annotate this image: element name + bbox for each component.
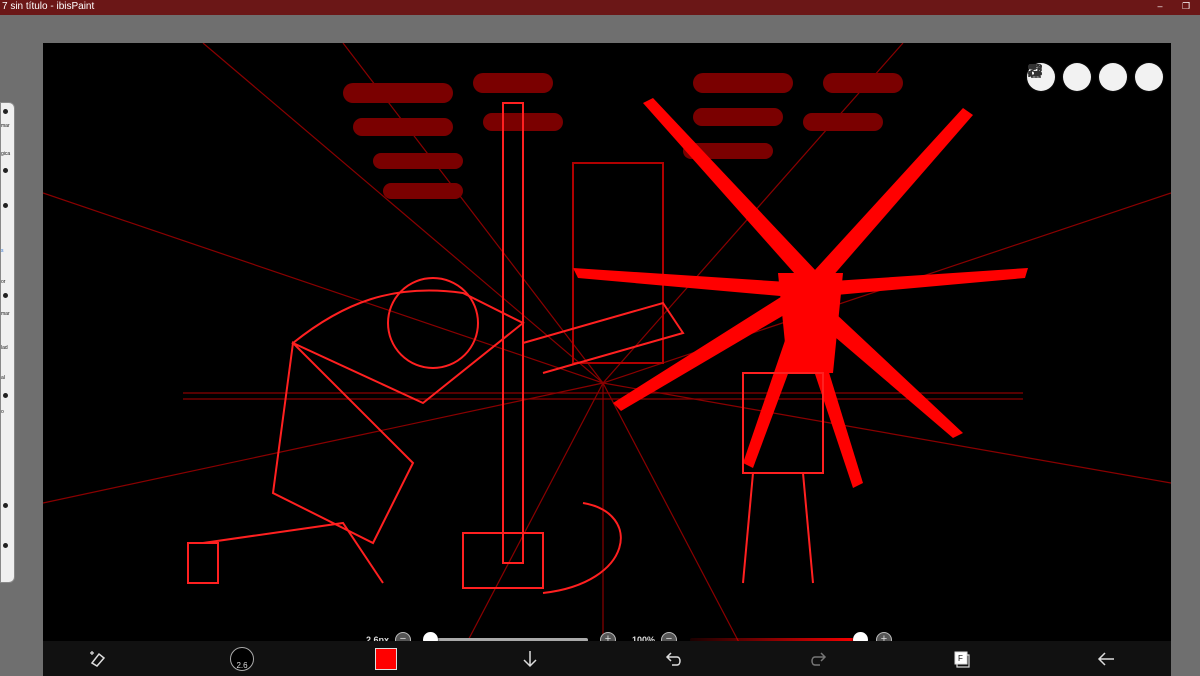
hand-icon[interactable]: [1030, 63, 1127, 91]
color-swatch[interactable]: [374, 647, 398, 671]
brush-size-icon[interactable]: 2.6: [230, 647, 254, 671]
selection-icon[interactable]: [1028, 63, 1091, 91]
panel-label: s: [1, 248, 4, 254]
panel-label: or: [1, 279, 6, 285]
panel-label: o: [1, 409, 4, 415]
minimize-button[interactable]: –: [1155, 1, 1165, 11]
brush-size-badge: 2.6: [230, 647, 254, 671]
drawing-canvas[interactable]: [43, 43, 1171, 650]
restore-button[interactable]: ❐: [1181, 1, 1191, 11]
tool-dot[interactable]: [3, 543, 8, 548]
panel-label: mar: [1, 311, 10, 317]
tool-dot[interactable]: [3, 168, 8, 173]
canvas-tools: [1027, 63, 1163, 91]
panel-label: gica: [1, 151, 11, 157]
layers-icon[interactable]: F: [950, 647, 974, 671]
pen-icon[interactable]: [1029, 63, 1163, 91]
artwork: [43, 43, 1171, 650]
download-icon[interactable]: [518, 647, 542, 671]
panel-label: al: [1, 375, 5, 381]
tool-dot[interactable]: [3, 203, 8, 208]
undo-icon[interactable]: [662, 647, 686, 671]
current-color: [375, 648, 397, 670]
tool-dot[interactable]: [3, 293, 8, 298]
back-icon[interactable]: [1094, 647, 1118, 671]
tool-dot[interactable]: [3, 109, 8, 114]
tool-dot[interactable]: [3, 503, 8, 508]
title-bar: 7 sin título - ibisPaint – ❐: [0, 0, 1200, 15]
tool-dot[interactable]: [3, 393, 8, 398]
layer-badge: F: [958, 654, 963, 663]
workspace: mar gica s or mar lad al o 2.6px − + 100…: [0, 15, 1200, 676]
eraser-transform-icon[interactable]: [86, 647, 110, 671]
bottom-toolbar: 2.6 F: [43, 641, 1171, 676]
redo-icon[interactable]: [806, 647, 830, 671]
left-tool-panel[interactable]: mar gica s or mar lad al o: [0, 102, 15, 583]
window-title: 7 sin título - ibisPaint: [2, 1, 95, 12]
panel-label: mar: [1, 123, 10, 129]
panel-label: lad: [1, 345, 8, 351]
